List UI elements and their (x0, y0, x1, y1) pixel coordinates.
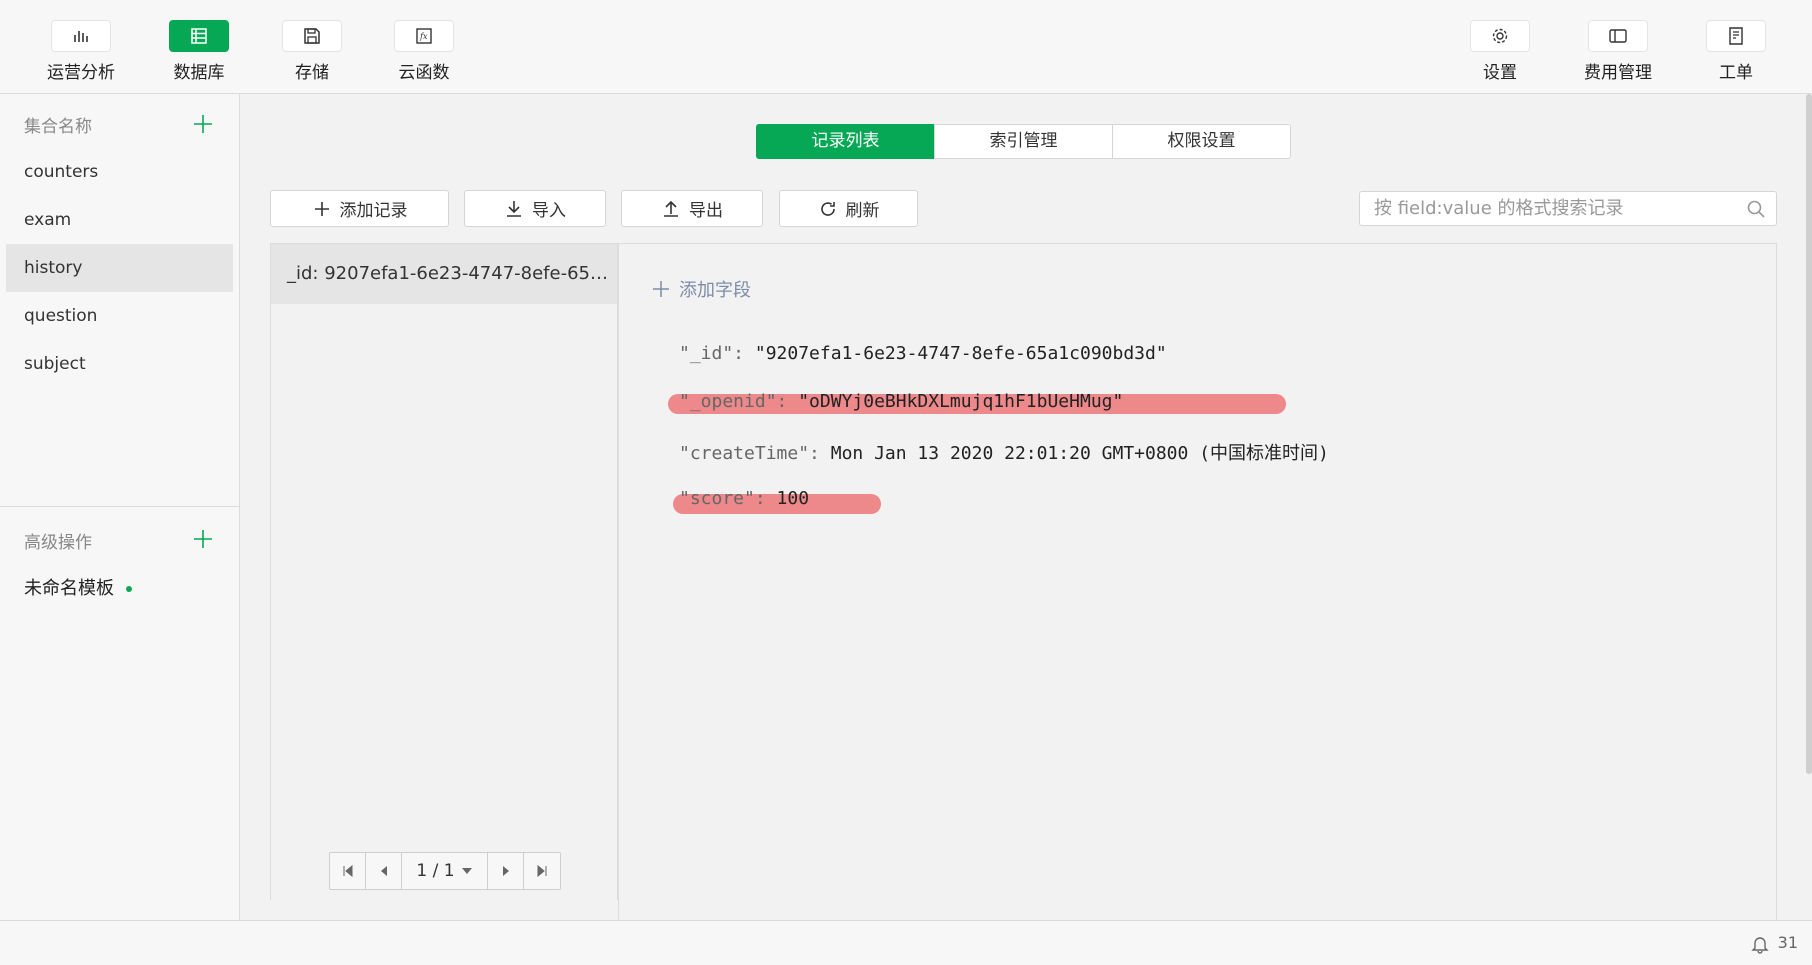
tab-record-list[interactable]: 记录列表 (756, 124, 935, 159)
import-button[interactable]: 导入 (464, 190, 606, 227)
download-icon (507, 200, 521, 217)
refresh-label: 刷新 (845, 201, 880, 221)
template-label: 未命名模板 (24, 578, 114, 599)
export-button[interactable]: 导出 (621, 190, 763, 227)
field-key: "createTime": (679, 443, 820, 464)
collection-item[interactable]: subject (6, 340, 233, 388)
record-list-item[interactable]: _id: 9207efa1-6e23-4747-8efe-65a... (271, 244, 617, 304)
field-value: "oDWYj0eBHkDXLmujq1hF1bUeHMug" (798, 391, 1124, 412)
tool-settings[interactable]: 设置 (1445, 20, 1555, 83)
tool-cloud-function[interactable]: fx 云函数 (369, 20, 479, 83)
page-selector[interactable]: 1 / 1 (402, 853, 488, 889)
next-page-button[interactable] (488, 853, 524, 889)
search-box (1359, 191, 1777, 226)
field-value: Mon Jan 13 2020 22:01:20 GMT+0800 (中国标准时… (830, 443, 1329, 464)
tool-label: 存储 (295, 63, 329, 83)
upload-icon (664, 200, 678, 217)
template-item[interactable]: 未命名模板 (24, 574, 132, 600)
prev-page-button[interactable] (366, 853, 402, 889)
next-page-icon (502, 866, 509, 876)
tool-label: 费用管理 (1584, 63, 1652, 83)
gear-icon (1492, 28, 1508, 44)
refresh-icon (820, 201, 835, 216)
first-page-icon (343, 865, 352, 877)
pagination: 1 / 1 (329, 852, 561, 890)
caret-down-icon (461, 868, 472, 874)
import-label: 导入 (532, 201, 566, 221)
tool-label: 运营分析 (47, 63, 115, 83)
field-value: 100 (776, 488, 810, 509)
tool-billing[interactable]: 费用管理 (1563, 20, 1673, 83)
prev-page-icon (380, 866, 387, 876)
tool-ticket[interactable]: 工单 (1681, 20, 1791, 83)
search-icon[interactable] (1746, 199, 1766, 219)
field-key: "_id": (679, 343, 745, 364)
collections-title: 集合名称 (24, 117, 92, 137)
field-row[interactable]: "createTime": Mon Jan 13 2020 22:01:20 G… (679, 439, 1329, 465)
field-row[interactable]: "score": 100 (679, 488, 809, 509)
function-icon: fx (416, 28, 432, 44)
plus-icon (314, 201, 329, 216)
field-key: "_openid": (679, 391, 788, 412)
collection-item[interactable]: counters (6, 148, 233, 196)
add-field-label: 添加字段 (679, 280, 751, 301)
search-input[interactable] (1360, 192, 1730, 225)
bell-icon[interactable] (1750, 934, 1770, 954)
tool-storage[interactable]: 存储 (257, 20, 367, 83)
tool-analytics[interactable]: 运营分析 (26, 20, 136, 83)
page-indicator: 1 / 1 (416, 861, 455, 881)
database-icon (191, 28, 207, 44)
tab-index-management[interactable]: 索引管理 (934, 124, 1113, 159)
window-scrollbar[interactable] (1806, 94, 1812, 774)
add-template-plus-icon[interactable] (192, 528, 214, 550)
field-row[interactable]: "_id": "9207efa1-6e23-4747-8efe-65a1c090… (679, 343, 1167, 364)
add-collection-plus-icon[interactable] (192, 113, 214, 135)
record-list-panel: _id: 9207efa1-6e23-4747-8efe-65a... 1 / … (270, 243, 618, 900)
plus-icon (653, 281, 669, 297)
tool-label: 数据库 (173, 63, 225, 83)
top-toolbar: 运营分析 数据库 存储 fx 云函数 设置 费用管理 工单 (0, 0, 1812, 94)
first-page-button[interactable] (330, 853, 366, 889)
export-label: 导出 (689, 201, 723, 221)
svg-text:fx: fx (419, 32, 428, 41)
status-dot (126, 586, 132, 592)
billing-icon (1609, 29, 1627, 43)
tool-database[interactable]: 数据库 (144, 20, 254, 83)
add-record-button[interactable]: 添加记录 (270, 190, 449, 227)
tool-label: 设置 (1483, 63, 1517, 83)
collection-item[interactable]: exam (6, 196, 233, 244)
tab-group: 记录列表 索引管理 权限设置 (756, 124, 1291, 159)
notification-count: 31 (1777, 933, 1798, 952)
status-bar: 31 (0, 920, 1812, 965)
advanced-title: 高级操作 (24, 533, 92, 553)
save-disk-icon (304, 28, 320, 44)
field-key: "score": (679, 488, 766, 509)
bar-chart-icon (74, 31, 88, 42)
field-row[interactable]: "_openid": "oDWYj0eBHkDXLmujq1hF1bUeHMug… (679, 391, 1123, 412)
ticket-icon (1729, 27, 1743, 45)
collection-item[interactable]: question (6, 292, 233, 340)
add-field-button[interactable]: 添加字段 (651, 276, 751, 302)
tool-label: 云函数 (398, 63, 450, 83)
last-page-button[interactable] (524, 853, 560, 889)
collection-item-active[interactable]: history (6, 244, 233, 292)
collection-sidebar: 集合名称 counters exam history question subj… (0, 94, 240, 920)
record-detail-panel: 添加字段 "_id": "9207efa1-6e23-4747-8efe-65a… (618, 243, 1777, 920)
sidebar-divider (0, 506, 239, 507)
tab-permission-settings[interactable]: 权限设置 (1112, 124, 1291, 159)
field-value: "9207efa1-6e23-4747-8efe-65a1c090bd3d" (754, 343, 1167, 364)
tool-label: 工单 (1719, 63, 1753, 83)
add-record-label: 添加记录 (339, 201, 408, 221)
refresh-button[interactable]: 刷新 (779, 190, 918, 227)
last-page-icon (537, 865, 547, 877)
